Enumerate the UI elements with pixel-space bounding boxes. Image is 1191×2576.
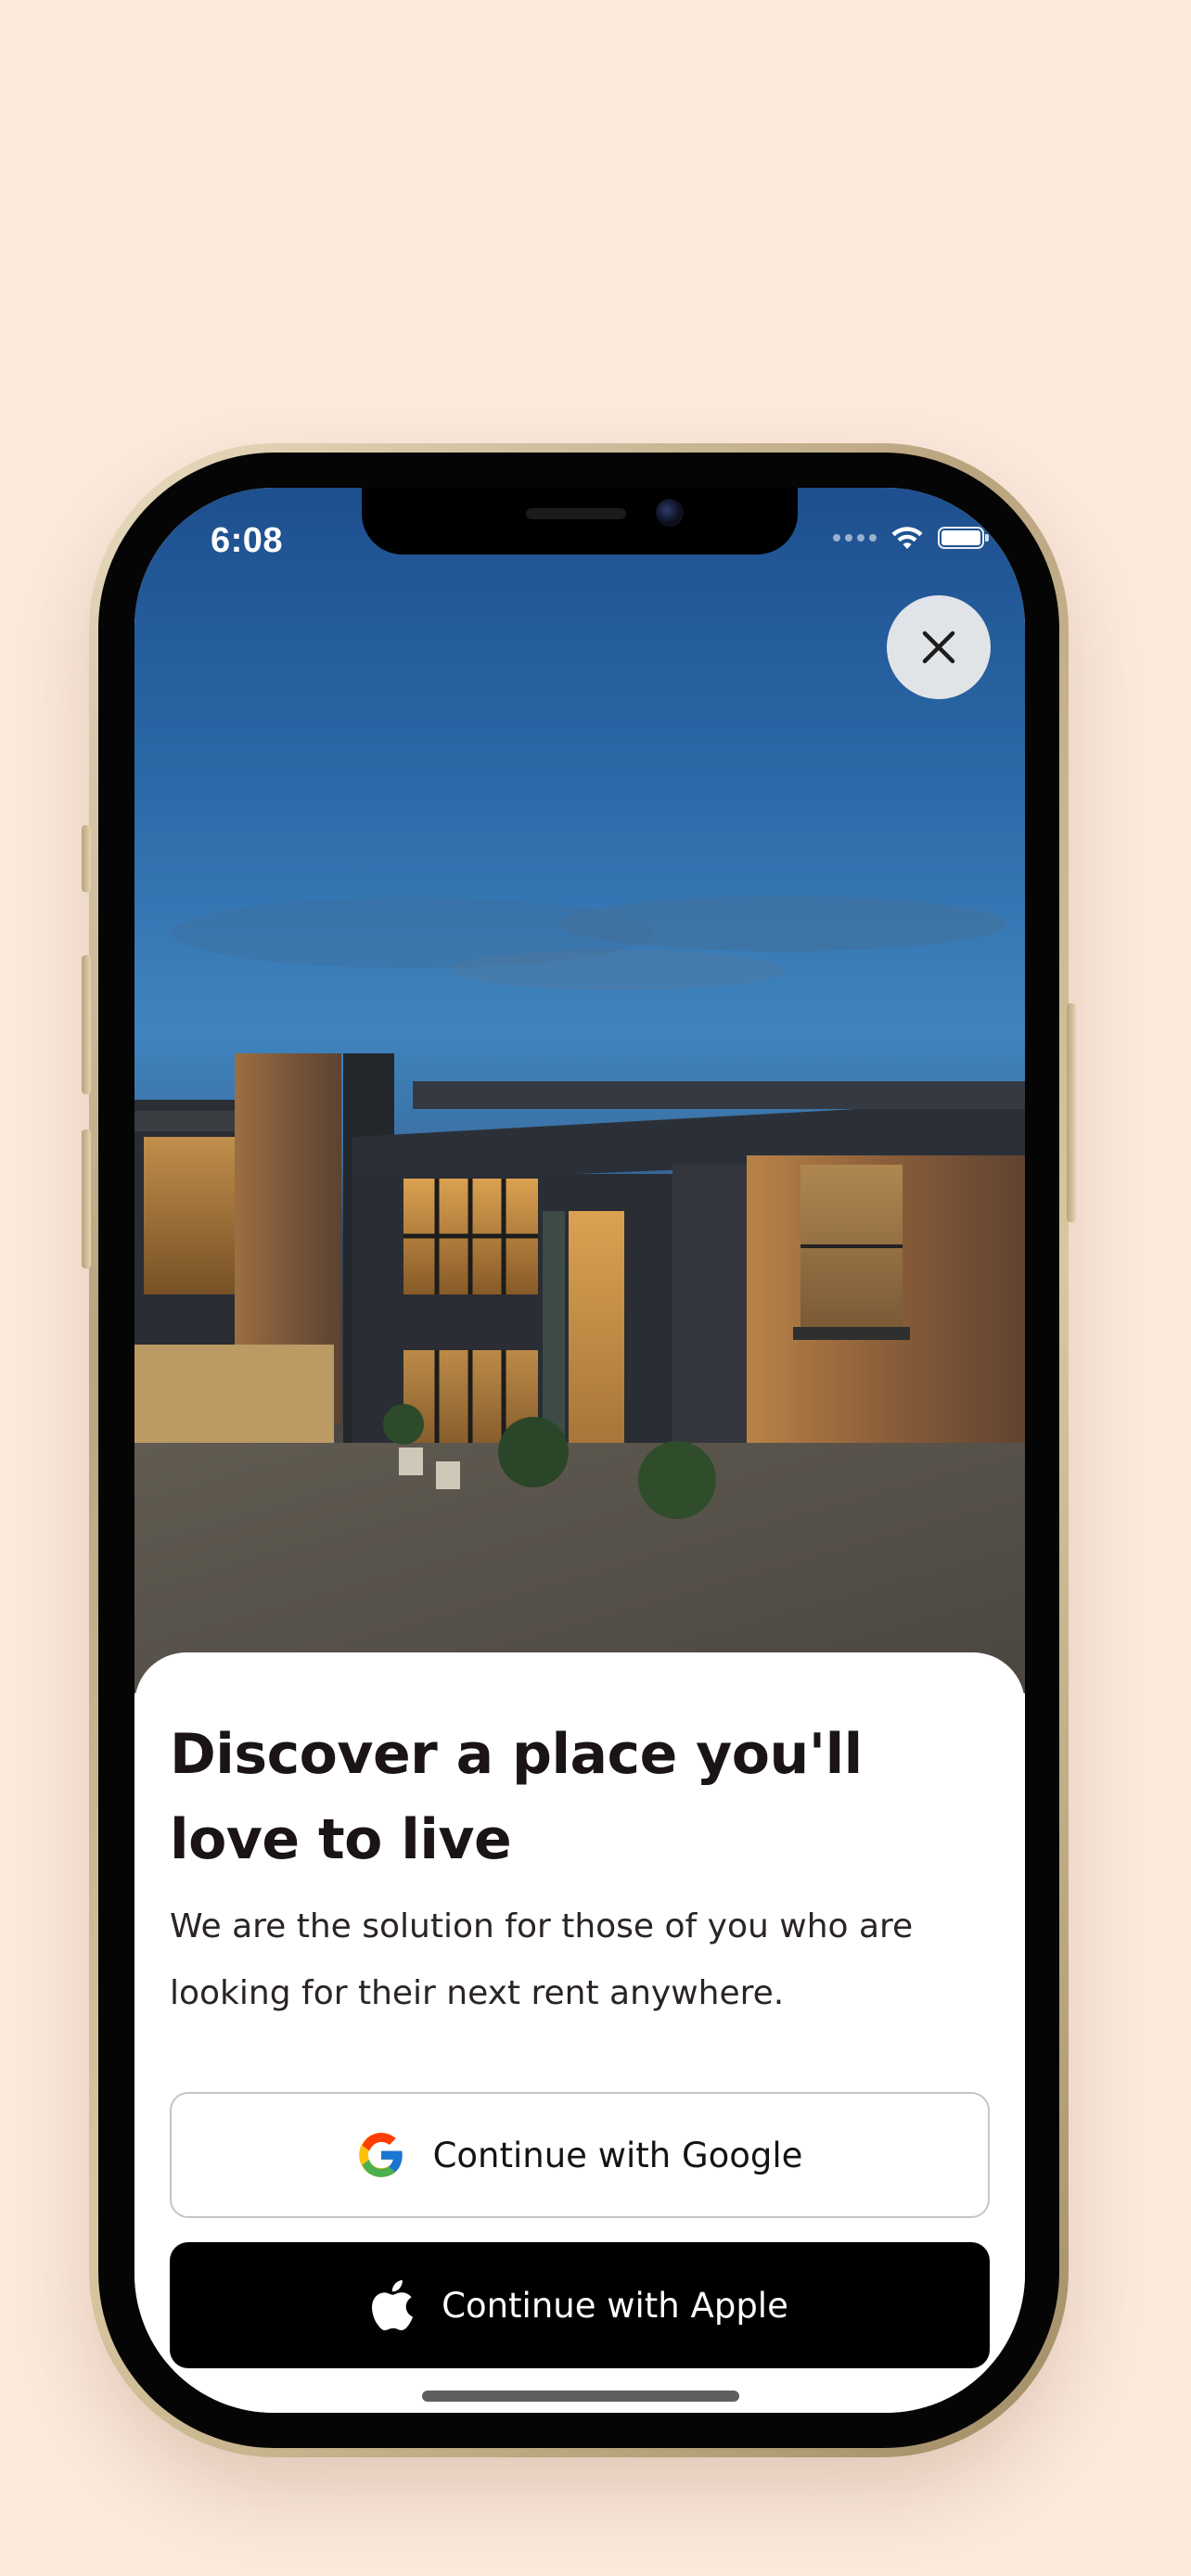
close-icon (922, 631, 955, 664)
speaker-grille (526, 508, 626, 519)
signal-icon (833, 534, 877, 542)
apple-button-label: Continue with Apple (442, 2285, 788, 2326)
close-button[interactable] (887, 595, 991, 699)
mute-switch (82, 825, 91, 892)
volume-up-button (82, 955, 91, 1094)
page-title: Discover a place you'll love to live (170, 1722, 863, 1872)
home-indicator[interactable] (422, 2391, 739, 2402)
page-background: 6:08 Discover a place you'll love to liv… (0, 0, 1191, 2576)
onboarding-sheet: Discover a place you'll love to live We … (134, 1652, 1025, 2413)
apple-icon (372, 2280, 414, 2330)
phone-screen: 6:08 Discover a place you'll love to liv… (134, 488, 1025, 2413)
power-button (1067, 1003, 1076, 1222)
google-icon (358, 2133, 403, 2177)
front-camera (656, 499, 684, 527)
continue-with-apple-button[interactable]: Continue with Apple (170, 2242, 990, 2368)
status-time: 6:08 (211, 521, 284, 560)
volume-down-button (82, 1129, 91, 1269)
page-description: We are the solution for those of you who… (170, 1907, 914, 2012)
wifi-icon (891, 527, 923, 549)
google-button-label: Continue with Google (432, 2135, 803, 2175)
notch (362, 488, 798, 555)
battery-icon (938, 527, 989, 549)
status-icons (833, 525, 989, 551)
continue-with-google-button[interactable]: Continue with Google (170, 2092, 990, 2218)
